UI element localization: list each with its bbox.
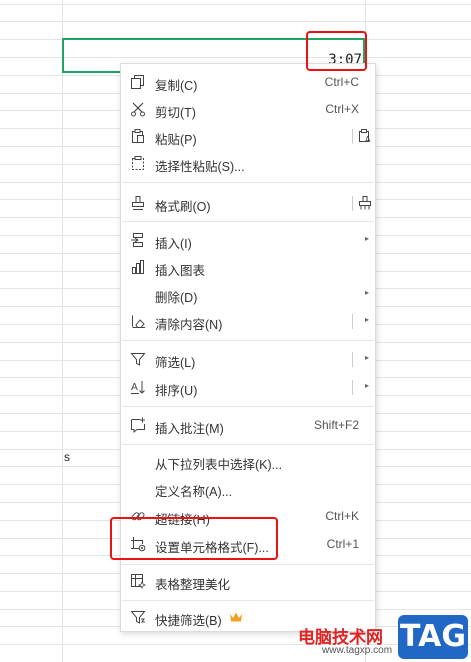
menu-separator xyxy=(122,182,374,183)
copy-icon xyxy=(129,73,147,91)
menu-item-filter[interactable]: 筛选(L) ▸ xyxy=(121,346,375,373)
watermark-url: www.tagxp.com xyxy=(322,645,393,656)
menu-separator xyxy=(122,564,374,565)
crown-icon xyxy=(229,610,243,628)
menu-item-clear-contents[interactable]: 清除内容(N) ▸ xyxy=(121,308,375,335)
highlight-format-cells xyxy=(110,517,278,560)
svg-text:A: A xyxy=(131,382,138,393)
format-painter-more-icon[interactable] xyxy=(357,195,373,211)
quick-filter-icon xyxy=(129,608,147,626)
comment-icon xyxy=(129,416,147,434)
menu-item-format-painter[interactable]: 格式刷(O) xyxy=(121,190,375,217)
menu-item-insert-comment[interactable]: 插入批注(M) Shift+F2 xyxy=(121,412,375,439)
menu-item-table-beautify[interactable]: 表格整理美化 xyxy=(121,568,375,595)
sort-icon: A xyxy=(129,378,147,396)
submenu-arrow-icon: ▸ xyxy=(364,234,369,243)
menu-item-insert-chart[interactable]: 插入图表 xyxy=(121,254,375,281)
highlight-cell-value xyxy=(306,31,367,71)
insert-icon xyxy=(129,231,147,249)
menu-divider xyxy=(352,314,353,329)
menu-item-insert[interactable]: 插入(I) ▸ xyxy=(121,227,375,254)
menu-item-sort[interactable]: A 排序(U) ▸ xyxy=(121,374,375,401)
scissors-icon xyxy=(129,100,147,118)
svg-text:A: A xyxy=(365,135,371,144)
table-beautify-icon xyxy=(129,572,147,590)
submenu-arrow-icon[interactable]: ▸ xyxy=(365,315,369,324)
paste-icon xyxy=(129,127,147,145)
eraser-icon xyxy=(129,312,147,330)
menu-item-paste[interactable]: 粘贴(P) A xyxy=(121,123,375,150)
watermark-logo: TAG xyxy=(398,615,468,659)
menu-separator xyxy=(122,600,374,601)
paste-options-icon[interactable]: A xyxy=(357,128,373,144)
menu-item-copy[interactable]: 复制(C) Ctrl+C xyxy=(121,69,375,96)
paste-special-icon xyxy=(129,154,147,172)
menu-divider xyxy=(352,129,353,144)
submenu-arrow-icon[interactable]: ▸ xyxy=(365,381,369,390)
menu-item-delete[interactable]: 删除(D) ▸ xyxy=(121,281,375,308)
chart-icon xyxy=(129,258,147,276)
menu-item-define-name[interactable]: 定义名称(A)... xyxy=(121,475,375,502)
filter-icon xyxy=(129,350,147,368)
menu-separator xyxy=(122,444,374,445)
menu-divider xyxy=(352,352,353,367)
menu-item-cut[interactable]: 剪切(T) Ctrl+X xyxy=(121,96,375,123)
menu-item-paste-special[interactable]: 选择性粘贴(S)... xyxy=(121,150,375,177)
cell-text-s: s xyxy=(64,450,70,464)
menu-separator xyxy=(122,340,374,341)
menu-separator xyxy=(122,406,374,407)
menu-separator xyxy=(122,221,374,222)
submenu-arrow-icon: ▸ xyxy=(364,288,369,297)
menu-item-pick-from-list[interactable]: 从下拉列表中选择(K)... xyxy=(121,448,375,475)
menu-divider xyxy=(352,196,353,211)
menu-divider xyxy=(352,380,353,395)
format-painter-icon xyxy=(129,194,147,212)
submenu-arrow-icon[interactable]: ▸ xyxy=(365,353,369,362)
